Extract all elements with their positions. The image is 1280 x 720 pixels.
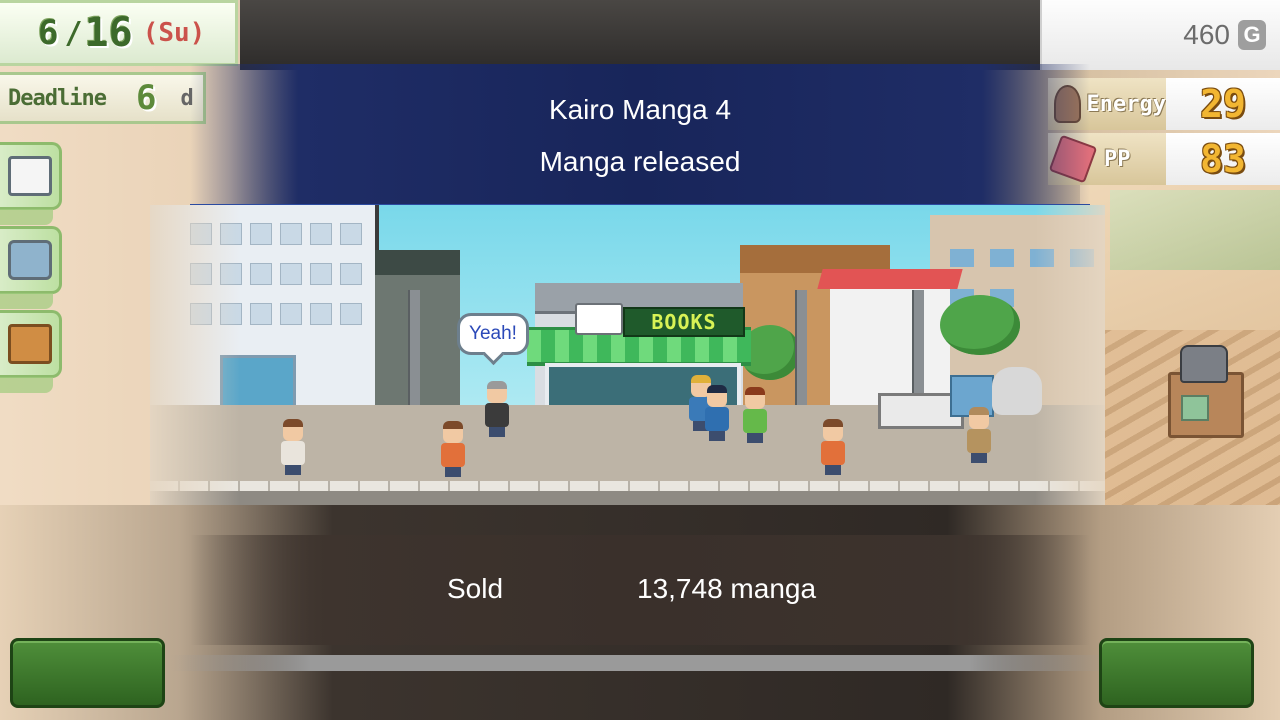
- person-head: [745, 387, 765, 409]
- room-wall-top: [240, 0, 1040, 70]
- window: [280, 223, 302, 245]
- person-legs: [285, 465, 301, 475]
- window: [280, 263, 302, 285]
- energy-value: 29: [1166, 78, 1280, 130]
- curb: [150, 481, 1105, 491]
- white-house: [817, 269, 963, 410]
- person-body: [967, 429, 991, 453]
- date-weekday: (Su): [142, 18, 206, 48]
- person-legs: [709, 431, 725, 441]
- pp-label: PP: [1104, 146, 1131, 172]
- sales-result: Sold 13,748 manga: [190, 535, 1090, 645]
- person-legs: [445, 467, 461, 477]
- person-body: [743, 409, 767, 433]
- button-shadow: [0, 293, 53, 309]
- utility-pole: [795, 290, 807, 410]
- energy-label: Energy: [1086, 91, 1166, 117]
- manga-title: Kairo Manga 4: [548, 94, 732, 125]
- window: [250, 303, 272, 325]
- release-status: Manga released: [539, 146, 741, 177]
- book-icon: [575, 303, 623, 335]
- date-display: 6 / 16 (Su): [0, 0, 238, 66]
- release-notification: Kairo Manga 4 Manga released: [190, 64, 1090, 208]
- pedestrian: [818, 419, 848, 475]
- bookstore-sign: BOOKS: [623, 307, 745, 337]
- sold-label: Sold: [447, 573, 504, 604]
- window: [340, 223, 362, 245]
- deadline-display: Deadline 6 d: [0, 72, 206, 124]
- window: [310, 263, 332, 285]
- red-roof: [817, 269, 963, 289]
- utility-pole: [408, 290, 420, 410]
- window: [990, 249, 1014, 267]
- window: [950, 249, 974, 267]
- pedestrian: [482, 381, 512, 437]
- notepad-icon: [7, 156, 52, 196]
- scene-fade-right: [1035, 205, 1105, 505]
- window: [250, 223, 272, 245]
- pedestrian: [964, 407, 994, 463]
- money-value: 460: [1183, 19, 1230, 50]
- pp-value: 83: [1166, 133, 1280, 185]
- button-shadow: [0, 377, 53, 393]
- camera-icon: [7, 240, 52, 280]
- person-head: [443, 421, 463, 443]
- person-body: [281, 441, 305, 465]
- speech-bubble: Yeah!: [457, 313, 529, 355]
- bottom-divider: [170, 655, 1110, 671]
- date-day: 16: [84, 10, 133, 56]
- scene-fade-left: [150, 205, 240, 505]
- pedestrian: [740, 387, 770, 443]
- right-menu-button[interactable]: [1099, 638, 1254, 708]
- pedestrian: [702, 385, 732, 441]
- money-display: 460 G: [1040, 0, 1280, 70]
- person-head: [823, 419, 843, 441]
- person-body: [821, 441, 845, 465]
- person-head: [707, 385, 727, 407]
- window: [310, 223, 332, 245]
- shop-roof: [375, 250, 460, 275]
- window: [310, 303, 332, 325]
- date-month: 6: [38, 13, 59, 53]
- person-body: [705, 407, 729, 431]
- person-legs: [825, 465, 841, 475]
- pedestrian: [278, 419, 308, 475]
- button-shadow: [0, 209, 53, 225]
- pedestrian: [438, 421, 468, 477]
- deadline-label: Deadline: [8, 85, 107, 111]
- date-separator: /: [64, 15, 83, 51]
- person-body: [485, 403, 509, 427]
- currency-icon: G: [1238, 20, 1266, 50]
- side-menu-notepad-button[interactable]: [0, 142, 62, 225]
- side-menu-camera-button[interactable]: [0, 226, 62, 309]
- tree: [940, 295, 1020, 355]
- window: [280, 303, 302, 325]
- person-head: [487, 381, 507, 403]
- person-legs: [747, 433, 763, 443]
- side-menu-briefcase-button[interactable]: [0, 310, 62, 393]
- utility-pole: [912, 290, 924, 410]
- person-body: [441, 443, 465, 467]
- person-head: [283, 419, 303, 441]
- left-menu-button[interactable]: [10, 638, 165, 708]
- phone-icon[interactable]: [1180, 345, 1228, 383]
- window: [340, 263, 362, 285]
- office-wall: [1110, 190, 1280, 270]
- sold-count: 13,748 manga: [637, 573, 817, 604]
- window: [250, 263, 272, 285]
- road: [150, 491, 1105, 505]
- person-legs: [971, 453, 987, 463]
- briefcase-icon: [7, 324, 52, 364]
- person-legs: [489, 427, 505, 437]
- person-head: [969, 407, 989, 429]
- window: [340, 303, 362, 325]
- deadline-value: 6: [135, 78, 157, 118]
- street-scene: BOOKS Yeah!: [150, 205, 1105, 505]
